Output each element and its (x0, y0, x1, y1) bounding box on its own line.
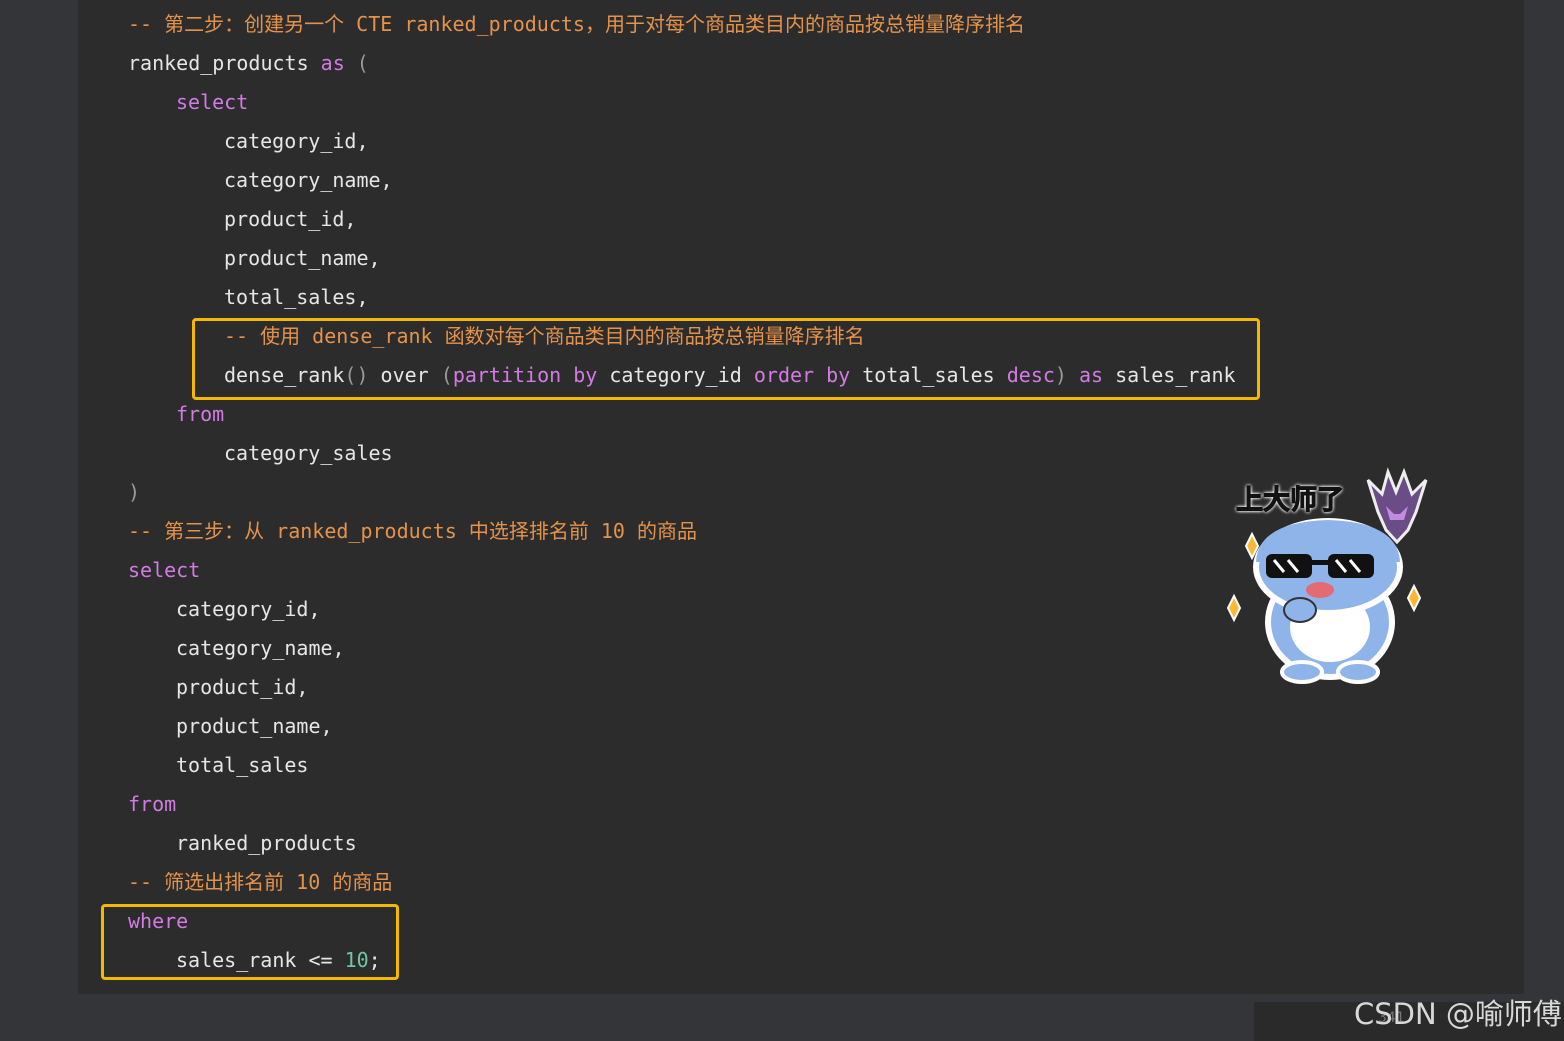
code-line-column: category_name, (224, 168, 393, 192)
sticker-caption: 上大师了 (1236, 485, 1345, 517)
code-line-column: product_id, (176, 675, 309, 699)
watermark: CSDN @喻师傅 (1354, 997, 1562, 1031)
code-line-column: total_sales (176, 753, 309, 777)
code-line-from: from (128, 792, 177, 816)
code-line-from: from (176, 402, 225, 426)
code-line-column: product_name, (224, 246, 381, 270)
code-line-column: product_id, (224, 207, 357, 231)
code-line-column: total_sales, (224, 285, 369, 309)
code-line-table: category_sales (224, 441, 393, 465)
highlight-box-where (101, 904, 399, 980)
code-line-column: category_id, (176, 597, 321, 621)
code-line-select: select (128, 558, 201, 582)
code-line-table: ranked_products (176, 831, 357, 855)
highlight-box-dense-rank (192, 318, 1260, 400)
code-line-cte-def: ranked_products as ( (128, 51, 369, 75)
sticker-image: 上大师了 (1218, 462, 1440, 687)
code-line-comment-step3: -- 第三步：从 ranked_products 中选择排名前 10 的商品 (128, 519, 697, 543)
code-line-comment-filter: -- 筛选出排名前 10 的商品 (128, 870, 393, 894)
code-line-comment-step2: -- 第二步：创建另一个 CTE ranked_products，用于对每个商品… (128, 12, 1025, 36)
code-line-close-paren: ) (128, 480, 141, 504)
code-line-column: category_id, (224, 129, 369, 153)
code-line-column: product_name, (176, 714, 333, 738)
code-line-column: category_name, (176, 636, 345, 660)
code-line-select: select (176, 90, 249, 114)
